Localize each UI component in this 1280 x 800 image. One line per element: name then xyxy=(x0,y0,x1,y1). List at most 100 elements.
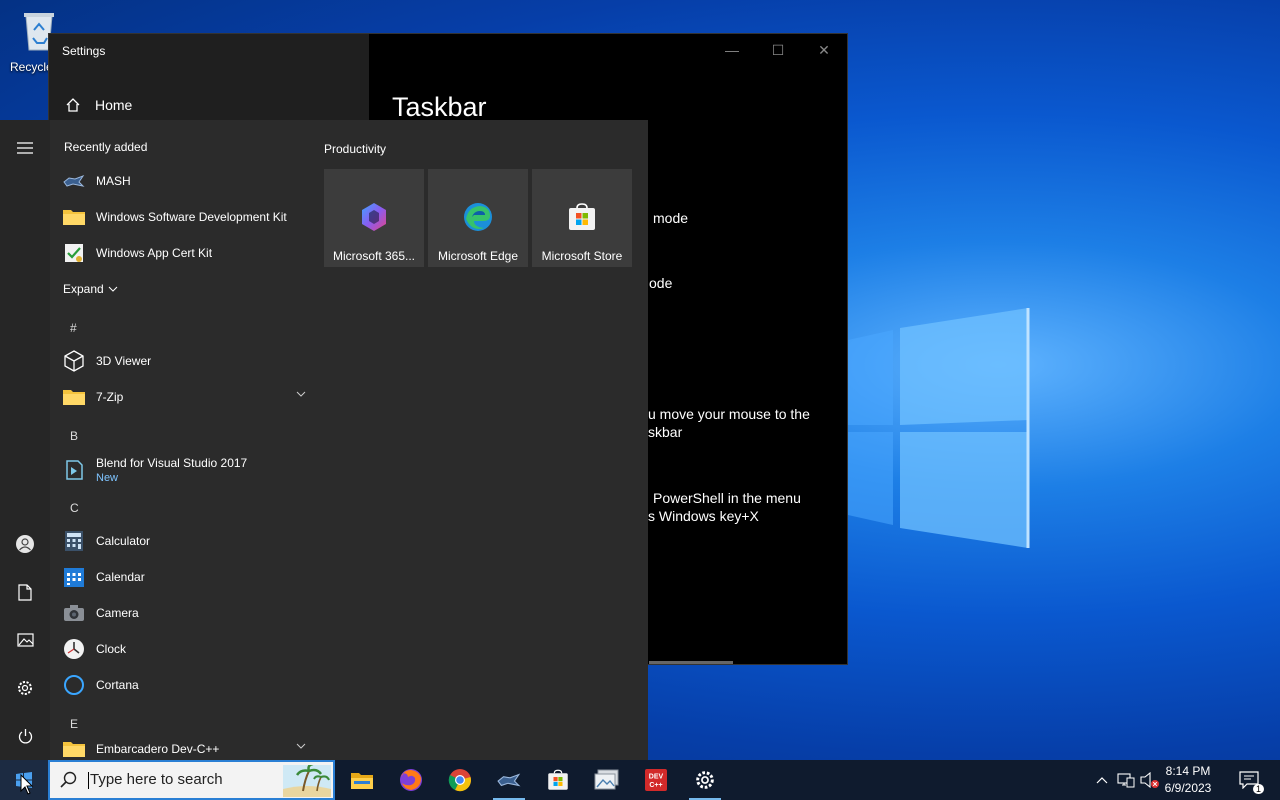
calendar-icon xyxy=(62,565,86,589)
home-icon xyxy=(66,98,80,112)
tiles-group-title: Productivity xyxy=(324,142,387,156)
list-item[interactable]: Clock xyxy=(62,633,312,665)
section-letter[interactable]: B xyxy=(70,429,78,443)
network-status[interactable] xyxy=(1116,770,1136,790)
settings-text-fragment: s Windows key+X xyxy=(648,508,759,524)
power-icon xyxy=(18,728,32,743)
maximize-button[interactable]: ☐ xyxy=(755,34,801,66)
chrome-icon xyxy=(448,769,471,792)
chevron-up-icon xyxy=(1096,776,1108,783)
clock[interactable]: 8:14 PM 6/9/2023 xyxy=(1158,763,1218,797)
mash-icon xyxy=(62,169,86,193)
tile-label: Microsoft Edge xyxy=(437,249,519,263)
section-letter[interactable]: # xyxy=(70,321,77,335)
settings-text-fragment: PowerShell in the menu xyxy=(653,490,801,506)
section-letter[interactable]: E xyxy=(70,717,78,731)
list-item-label: 3D Viewer xyxy=(96,354,152,368)
list-item-label: Calculator xyxy=(96,534,151,548)
settings-text-fragment: mode xyxy=(653,210,689,226)
taskbar-firefox[interactable] xyxy=(387,760,435,800)
settings-gear-icon xyxy=(696,771,714,789)
list-item-label: Calendar xyxy=(96,570,145,584)
tile-microsoft-365[interactable]: Microsoft 365... xyxy=(324,169,424,267)
beach-highlight-icon xyxy=(283,765,331,797)
tile-label: Microsoft Store xyxy=(541,249,623,263)
pictures-icon xyxy=(16,633,34,647)
taskbar: Type here to search DEV C++ 8:14 PM 6/9/… xyxy=(0,760,1280,800)
search-placeholder: Type here to search xyxy=(90,771,223,789)
folder-icon xyxy=(62,737,86,760)
cortana-icon xyxy=(62,673,86,697)
hamburger-menu-icon xyxy=(17,142,33,154)
minimize-button[interactable]: — xyxy=(709,34,755,66)
list-item[interactable]: Windows Software Development Kit xyxy=(62,201,312,233)
image-viewer-icon xyxy=(594,769,619,790)
tile-microsoft-edge[interactable]: Microsoft Edge xyxy=(428,169,528,267)
list-item[interactable]: Calendar xyxy=(62,561,312,593)
list-item-label: Embarcadero Dev-C++ xyxy=(96,742,220,756)
start-button[interactable] xyxy=(0,760,48,800)
close-button[interactable]: ✕ xyxy=(801,34,847,66)
taskbar-store[interactable] xyxy=(534,760,582,800)
pictures-button[interactable] xyxy=(0,620,50,660)
settings-home-link[interactable]: Home xyxy=(65,97,132,113)
list-item-label: Cortana xyxy=(96,678,139,692)
expand-label: Expand xyxy=(63,282,104,296)
list-item-label: Windows Software Development Kit xyxy=(96,210,287,224)
taskbar-chrome[interactable] xyxy=(436,760,484,800)
list-item[interactable]: Embarcadero Dev-C++ xyxy=(62,733,312,760)
blend-icon xyxy=(62,458,86,482)
expand-button[interactable]: Expand xyxy=(63,282,118,296)
list-item[interactable]: 3D Viewer xyxy=(62,345,312,377)
documents-button[interactable] xyxy=(0,572,50,612)
devcpp-text: DEV xyxy=(649,774,664,781)
list-item[interactable]: Blend for Visual Studio 2017 New xyxy=(62,450,312,490)
cert-kit-icon xyxy=(62,241,86,265)
section-letter[interactable]: C xyxy=(70,501,79,515)
tile-microsoft-store[interactable]: Microsoft Store xyxy=(532,169,632,267)
list-item-label: 7-Zip xyxy=(96,390,124,404)
page-title: Taskbar xyxy=(392,92,487,122)
list-item[interactable]: Calculator xyxy=(62,525,312,557)
list-item-label: Windows App Cert Kit xyxy=(96,246,213,260)
list-item[interactable]: Cortana xyxy=(62,669,312,701)
action-center-button[interactable]: 1 xyxy=(1238,770,1264,794)
start-rail xyxy=(0,120,50,760)
taskbar-file-explorer[interactable] xyxy=(338,760,386,800)
chevron-down-icon xyxy=(108,286,118,292)
devcpp-icon: DEV C++ xyxy=(645,769,667,791)
horizontal-scrollbar[interactable] xyxy=(649,661,733,664)
taskbar-mash[interactable] xyxy=(485,760,533,800)
taskbar-devcpp[interactable]: DEV C++ xyxy=(632,760,680,800)
list-item[interactable]: Windows App Cert Kit xyxy=(62,237,312,269)
network-icon xyxy=(1117,773,1135,788)
power-button[interactable] xyxy=(0,716,50,756)
text-caret xyxy=(88,771,89,789)
search-box[interactable]: Type here to search xyxy=(48,760,335,800)
show-hidden-icons-button[interactable] xyxy=(1092,770,1112,790)
folder-icon xyxy=(62,385,86,409)
list-item[interactable]: Camera xyxy=(62,597,312,629)
volume-status[interactable] xyxy=(1140,770,1160,790)
folder-icon xyxy=(62,205,86,229)
new-badge: New xyxy=(96,472,119,484)
settings-button[interactable] xyxy=(0,668,50,708)
user-account-button[interactable] xyxy=(0,524,50,564)
taskbar-settings[interactable] xyxy=(681,760,729,800)
app-list: Recently added MASH Windows Software Dev… xyxy=(50,120,312,760)
taskbar-image-viewer[interactable] xyxy=(583,760,631,800)
window-title: Settings xyxy=(62,44,106,58)
list-item[interactable]: 7-Zip xyxy=(62,381,312,413)
edge-icon xyxy=(464,203,492,231)
hamburger-menu-button[interactable] xyxy=(0,128,50,168)
list-item[interactable]: MASH xyxy=(62,165,312,197)
microsoft-365-icon xyxy=(362,203,386,231)
settings-text-fragment: u move your mouse to the xyxy=(648,406,810,422)
volume-muted-icon xyxy=(1140,772,1159,788)
time-label: 8:14 PM xyxy=(1165,764,1211,778)
mash-icon xyxy=(497,773,521,787)
search-icon xyxy=(60,771,77,788)
list-item-label: MASH xyxy=(96,174,131,188)
list-item-label: Clock xyxy=(96,642,127,656)
list-item-label: Camera xyxy=(96,606,139,620)
